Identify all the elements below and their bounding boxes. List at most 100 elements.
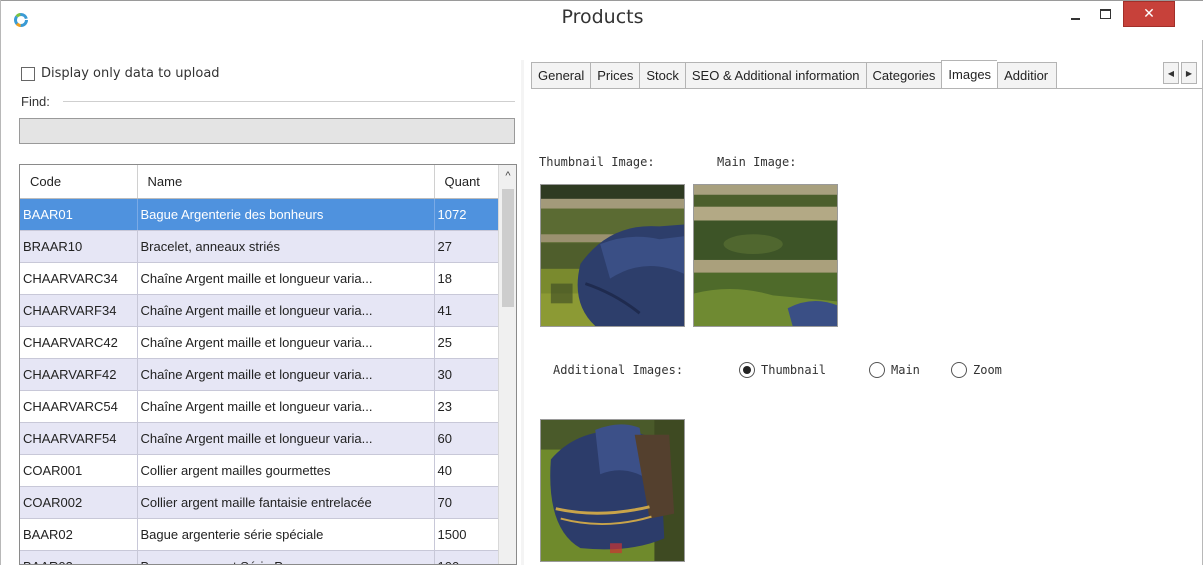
cell-name: Chaîne Argent maille et longueur varia..… [137,390,435,423]
additional-photo [541,420,684,561]
table-row[interactable]: COAR002 Collier argent maille fantaisie … [20,486,499,519]
main-image[interactable] [693,184,838,327]
find-label: Find: [21,94,50,109]
cell-quantity: 40 [434,454,499,487]
cell-code: CHAARVARF54 [20,422,138,455]
table-row[interactable]: CHAARVARF34 Chaîne Argent maille et long… [20,294,499,327]
products-window: Products ✕ Display only data to upload F… [0,0,1203,565]
grid-vertical-scrollbar[interactable]: ^ [498,165,516,564]
tab-general[interactable]: General [531,62,591,89]
tab-categories[interactable]: Categories [865,62,942,89]
cell-name: Collier argent mailles gourmettes [137,454,435,487]
cell-code: BAAR01 [20,198,138,231]
cell-name: Bague Argenterie des bonheurs [137,198,435,231]
tab-images[interactable]: Images [941,60,998,89]
cell-name: Chaîne Argent maille et longueur varia..… [137,326,435,359]
title-bar[interactable]: Products ✕ [1,0,1203,40]
table-row[interactable]: BAAR02 Bague argenterie série spéciale 1… [20,518,499,551]
cell-code: CHAARVARC42 [20,326,138,359]
tab-scroll-right-icon[interactable]: ▶ [1181,62,1197,84]
table-row[interactable]: BAAR03 Bague en argent Série Promo 100 [20,550,499,564]
find-group-divider [63,101,515,102]
additional-images-label: Additional Images: [553,363,684,377]
radio-main-label: Main [891,363,920,377]
cell-name: Bague en argent Série Promo [137,550,435,564]
table-row[interactable]: CHAARVARF54 Chaîne Argent maille et long… [20,422,499,455]
grid-header-row: Code Name Quant [20,165,499,199]
cell-quantity: 100 [434,550,499,564]
tab-prices[interactable]: Prices [590,62,640,89]
tab-additional[interactable]: Additior [997,62,1058,89]
cell-quantity: 27 [434,230,499,263]
upload-only-checkbox[interactable] [21,66,35,81]
column-header-code[interactable]: Code [20,165,138,199]
thumbnail-image[interactable] [540,184,685,327]
product-list-pane: Display only data to upload Find: Code N… [1,60,521,565]
column-header-name[interactable]: Name [137,165,435,199]
cell-name: Chaîne Argent maille et longueur varia..… [137,358,435,391]
radio-zoom-circle[interactable] [951,362,967,378]
cell-code: CHAARVARC34 [20,262,138,295]
cell-quantity: 23 [434,390,499,423]
table-row[interactable]: BAAR01 Bague Argenterie des bonheurs 107… [20,198,499,231]
radio-zoom[interactable]: Zoom [951,362,1002,378]
table-row[interactable]: CHAARVARC42 Chaîne Argent maille et long… [20,326,499,359]
products-grid: Code Name Quant BAAR01 Bague Argenterie … [19,164,517,565]
scroll-up-icon[interactable]: ^ [499,165,516,187]
minimize-icon [1070,17,1080,20]
thumbnail-photo [541,185,684,326]
table-row[interactable]: CHAARVARF42 Chaîne Argent maille et long… [20,358,499,391]
cell-name: Collier argent maille fantaisie entrelac… [137,486,435,519]
radio-selected-dot [743,366,751,374]
thumbnail-image-label: Thumbnail Image: [539,155,655,169]
table-row[interactable]: COAR001 Collier argent mailles gourmette… [20,454,499,487]
table-row[interactable]: BRAAR10 Bracelet, anneaux striés 27 [20,230,499,263]
radio-thumbnail[interactable]: Thumbnail [739,362,826,378]
cell-code: CHAARVARF42 [20,358,138,391]
radio-main-circle[interactable] [869,362,885,378]
upload-only-label: Display only data to upload [41,66,220,81]
tab-scroll-buttons: ◀ ▶ [1163,62,1197,84]
cell-code: BRAAR10 [20,230,138,263]
table-row[interactable]: CHAARVARC54 Chaîne Argent maille et long… [20,390,499,423]
products-table: Code Name Quant BAAR01 Bague Argenterie … [20,165,499,564]
radio-zoom-label: Zoom [973,363,1002,377]
detail-tabs: General Prices Stock SEO & Additional in… [531,60,1058,89]
radio-thumbnail-circle[interactable] [739,362,755,378]
cell-quantity: 70 [434,486,499,519]
images-tab-panel: Thumbnail Image: Main Image: Additional … [531,88,1202,565]
main-photo [694,185,837,326]
upload-only-toggle[interactable]: Display only data to upload [21,66,220,81]
close-button[interactable]: ✕ [1123,1,1175,27]
close-icon: ✕ [1143,6,1155,22]
cell-quantity: 30 [434,358,499,391]
minimize-button[interactable] [1061,1,1089,27]
cell-quantity: 60 [434,422,499,455]
radio-main[interactable]: Main [869,362,920,378]
cell-name: Chaîne Argent maille et longueur varia..… [137,294,435,327]
column-header-quantity[interactable]: Quant [434,165,499,199]
tab-stock[interactable]: Stock [639,62,685,89]
main-image-label: Main Image: [717,155,797,169]
cell-code: CHAARVARF34 [20,294,138,327]
tab-scroll-left-icon[interactable]: ◀ [1163,62,1179,84]
cell-code: CHAARVARC54 [20,390,138,423]
cell-code: COAR001 [20,454,138,487]
cell-name: Chaîne Argent maille et longueur varia..… [137,262,435,295]
cell-code: BAAR02 [20,518,138,551]
tab-seo[interactable]: SEO & Additional information [684,62,866,89]
radio-thumbnail-label: Thumbnail [761,363,827,377]
cell-code: BAAR03 [20,550,138,564]
maximize-button[interactable] [1091,1,1119,27]
find-input[interactable] [19,118,515,144]
cell-code: COAR002 [20,486,138,519]
cell-quantity: 41 [434,294,499,327]
table-row[interactable]: CHAARVARC34 Chaîne Argent maille et long… [20,262,499,295]
additional-image[interactable] [540,419,685,562]
cell-name: Bracelet, anneaux striés [137,230,435,263]
cell-quantity: 1500 [434,518,499,551]
scroll-thumb[interactable] [502,189,514,307]
cell-name: Bague argenterie série spéciale [137,518,435,551]
cell-quantity: 25 [434,326,499,359]
product-detail-pane: General Prices Stock SEO & Additional in… [523,60,1203,565]
